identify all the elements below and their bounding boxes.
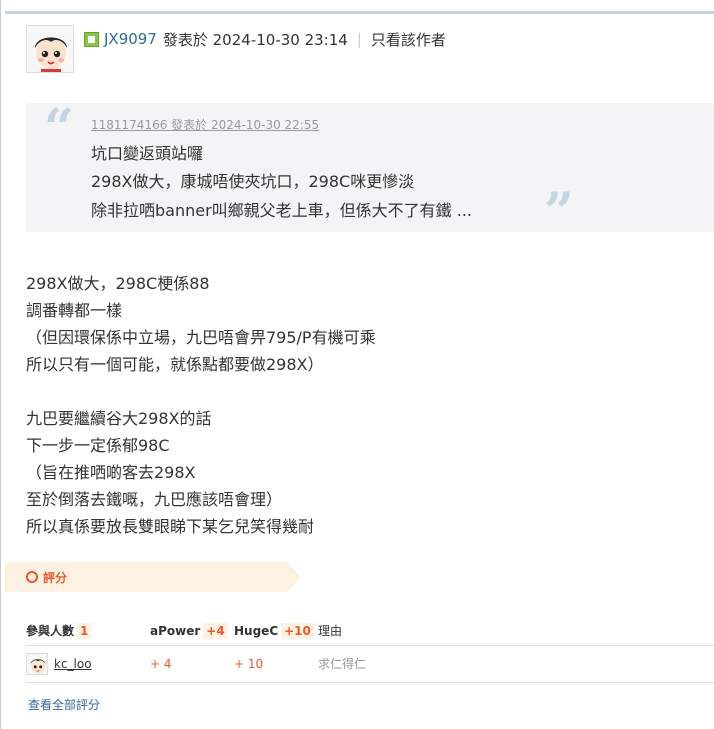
- quote-block: “ 1181174166 發表於 2024-10-30 22:55 坑口變返頭站…: [26, 98, 714, 239]
- forum-post: JX9097 發表於 2024-10-30 23:14 | 只看該作者 “ 11…: [5, 14, 714, 729]
- rating-reason: 求仁得仁: [318, 645, 714, 683]
- rating-table: 參與人數 1 aPower +4 HugeC +10 理由 kc_loo + 4…: [26, 617, 714, 683]
- cartoon-avatar-icon: [27, 653, 47, 674]
- content-line: （旨在推哂啲客去298X: [26, 463, 196, 482]
- previous-post-bottom-border: [5, 0, 714, 14]
- content-line: 下一步一定係郁98C: [26, 436, 170, 455]
- quote-line: 除非拉哂banner叫鄉親父老上車，但係大不了有鐵 ...: [91, 201, 473, 220]
- quote-source-link[interactable]: 1181174166 發表於 2024-10-30 22:55: [91, 116, 319, 133]
- circle-icon: [26, 571, 38, 583]
- content-line: 九巴要繼續谷大298X的話: [26, 409, 212, 428]
- rater-avatar[interactable]: [26, 652, 48, 675]
- apower-header: aPower +4: [150, 617, 234, 646]
- rater-name-link[interactable]: kc_loo: [54, 657, 92, 671]
- content-line: 298X做大，298C梗係88: [26, 274, 210, 293]
- quote-line: 298X做大，康城唔使夾坑口，298C咪更慘淡: [91, 172, 415, 191]
- forum-thread-frame: JX9097 發表於 2024-10-30 23:14 | 只看該作者 “ 11…: [0, 0, 714, 729]
- rating-section-tab: 評分: [5, 562, 301, 592]
- content-line: 調番轉都一樣: [26, 301, 123, 320]
- hugec-score: + 10: [234, 645, 318, 683]
- online-status-icon: [84, 31, 99, 47]
- apower-score: + 4: [150, 645, 234, 683]
- reason-header: 理由: [318, 617, 714, 646]
- participants-header: 參與人數 1: [26, 617, 150, 646]
- post-header: JX9097 發表於 2024-10-30 23:14 | 只看該作者: [84, 28, 446, 50]
- quote-line: 坑口變返頭站囉: [91, 144, 204, 163]
- content-line: 所以只有一個可能，就係點都要做298X）: [26, 355, 324, 374]
- post-timestamp: 發表於 2024-10-30 23:14: [162, 30, 348, 49]
- post-content: 298X做大，298C梗係88 調番轉都一樣 （但因環保係中立場，九巴唔會畀79…: [26, 270, 706, 540]
- content-line: 至於倒落去鐵嘅，九巴應該唔會理）: [26, 490, 283, 509]
- content-line: （但因環保係中立場，九巴唔會畀795/P有機可乘: [26, 328, 376, 347]
- hugec-total: +10: [281, 622, 314, 639]
- author-avatar[interactable]: [26, 25, 74, 73]
- only-author-link[interactable]: 只看該作者: [371, 29, 446, 50]
- content-blank-line: [26, 378, 706, 405]
- content-line: 所以真係要放長雙眼睇下某乞兒笑得幾耐: [26, 517, 315, 536]
- hugec-header: HugeC +10: [234, 617, 318, 646]
- close-quote-icon: ”: [544, 182, 574, 243]
- author-link[interactable]: JX9097: [104, 30, 157, 48]
- table-row: kc_loo + 4 + 10 求仁得仁: [26, 645, 714, 683]
- apower-total: +4: [203, 622, 228, 639]
- open-quote-icon: “: [44, 98, 74, 159]
- cartoon-avatar-icon: [27, 26, 73, 72]
- rating-header-row: 參與人數 1 aPower +4 HugeC +10 理由: [26, 617, 714, 646]
- view-all-ratings-link[interactable]: 查看全部評分: [28, 696, 100, 713]
- rater-cell: kc_loo: [26, 645, 150, 683]
- rating-title: 評分: [43, 571, 68, 585]
- participants-count: 1: [77, 623, 92, 640]
- participants-label: 參與人數: [26, 624, 75, 639]
- hugec-label: HugeC: [234, 623, 279, 638]
- apower-label: aPower: [150, 623, 201, 638]
- header-separator: |: [356, 30, 362, 48]
